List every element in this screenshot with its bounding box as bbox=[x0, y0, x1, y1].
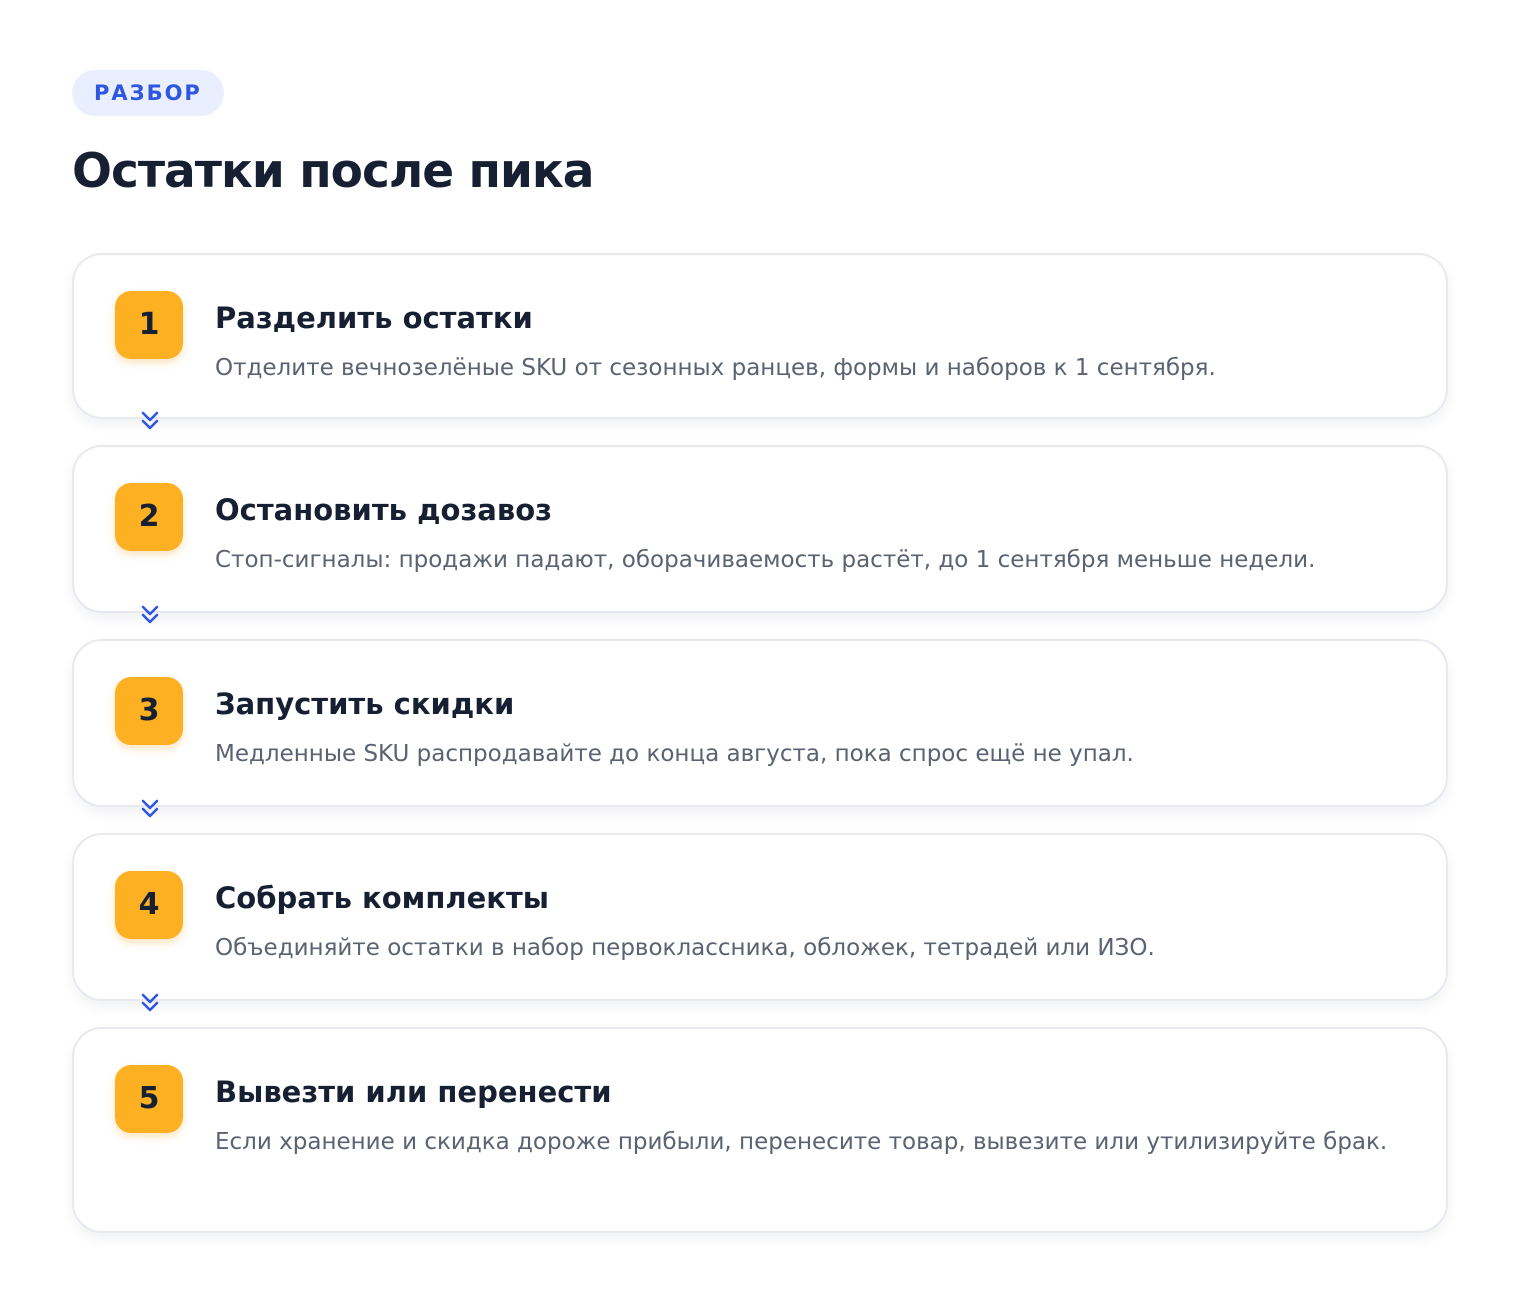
step-card-4: 4 Собрать комплекты Объединяйте остатки … bbox=[72, 833, 1448, 1001]
step-title: Вывезти или перенести bbox=[215, 1075, 612, 1109]
step-description: Если хранение и скидка дороже прибыли, п… bbox=[215, 1129, 1388, 1155]
step-title: Остановить дозавоз bbox=[215, 493, 552, 527]
step-title: Разделить остатки bbox=[215, 301, 533, 335]
step-number-badge: 2 bbox=[115, 483, 183, 551]
step-title: Запустить скидки bbox=[215, 687, 515, 721]
step-number-badge: 5 bbox=[115, 1065, 183, 1133]
step-description: Объединяйте остатки в набор первоклассни… bbox=[215, 935, 1155, 961]
double-chevron-down-icon bbox=[139, 410, 161, 432]
step-number-badge: 3 bbox=[115, 677, 183, 745]
step-card-5: 5 Вывезти или перенести Если хранение и … bbox=[72, 1027, 1448, 1233]
step-description: Стоп-сигналы: продажи падают, оборачивае… bbox=[215, 547, 1316, 573]
step-number-badge: 1 bbox=[115, 291, 183, 359]
step-card-1: 1 Разделить остатки Отделите вечнозелёны… bbox=[72, 253, 1448, 419]
step-card-3: 3 Запустить скидки Медленные SKU распрод… bbox=[72, 639, 1448, 807]
double-chevron-down-icon bbox=[139, 604, 161, 626]
section-badge: РАЗБОР bbox=[72, 70, 224, 116]
step-title: Собрать комплекты bbox=[215, 881, 549, 915]
page: РАЗБОР Остатки после пика 1 Разделить ос… bbox=[72, 70, 1448, 1233]
step-description: Медленные SKU распродавайте до конца авг… bbox=[215, 741, 1134, 767]
step-card-2: 2 Остановить дозавоз Стоп-сигналы: прода… bbox=[72, 445, 1448, 613]
page-title: Остатки после пика bbox=[72, 144, 595, 199]
double-chevron-down-icon bbox=[139, 992, 161, 1014]
step-description: Отделите вечнозелёные SKU от сезонных ра… bbox=[215, 355, 1216, 381]
double-chevron-down-icon bbox=[139, 798, 161, 820]
step-number-badge: 4 bbox=[115, 871, 183, 939]
